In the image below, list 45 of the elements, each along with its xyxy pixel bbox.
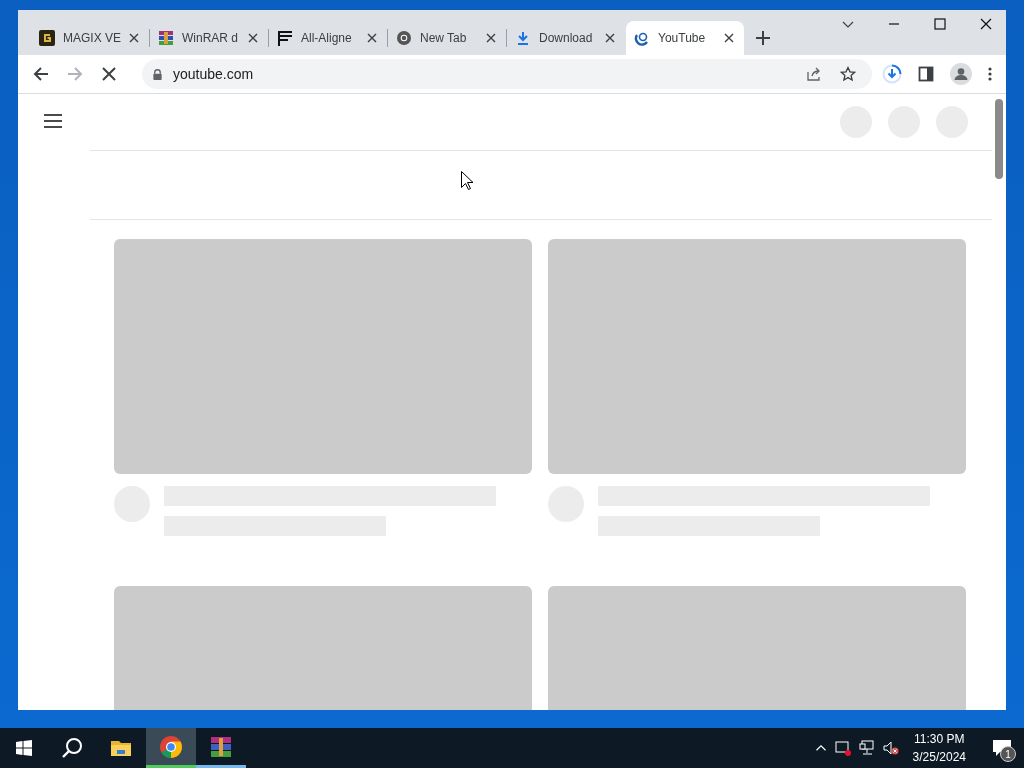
chrome-icon — [159, 734, 183, 759]
browser-tab[interactable]: All-Aligne — [269, 21, 387, 55]
close-icon[interactable] — [724, 33, 734, 43]
browser-tab[interactable]: Download — [507, 21, 625, 55]
new-tab-icon[interactable] — [756, 31, 770, 45]
scrollbar-thumb[interactable] — [995, 99, 1003, 179]
menu-icon[interactable] — [988, 66, 992, 82]
close-icon[interactable] — [605, 33, 615, 43]
mouse-pointer-icon — [461, 171, 473, 190]
lines-icon — [277, 30, 293, 46]
browser-tab[interactable]: MAGIX VE — [31, 21, 149, 55]
loading-spinner-icon — [634, 30, 650, 46]
close-icon[interactable] — [980, 18, 992, 30]
download-icon — [515, 30, 531, 46]
clock[interactable]: 11:30 PM 3/25/2024 — [906, 730, 972, 766]
taskbar-app-button[interactable] — [146, 728, 196, 768]
close-icon[interactable] — [367, 33, 377, 43]
network-icon[interactable] — [858, 740, 875, 756]
search-icon — [61, 737, 83, 759]
side-panel-icon[interactable] — [918, 66, 934, 82]
maximize-icon[interactable] — [934, 18, 946, 30]
sync-screen-icon[interactable] — [834, 740, 851, 756]
share-icon[interactable] — [806, 66, 822, 82]
download-progress-icon[interactable] — [882, 64, 902, 84]
books-icon — [158, 30, 174, 46]
letter-logo-icon — [39, 30, 55, 46]
notification-count: 1 — [1000, 746, 1016, 762]
close-icon[interactable] — [248, 33, 258, 43]
stop-icon[interactable] — [101, 66, 117, 82]
close-icon[interactable] — [486, 33, 496, 43]
chrome-icon — [396, 30, 412, 46]
speaker-muted-icon[interactable] — [882, 740, 899, 756]
browser-tab[interactable]: New Tab — [388, 21, 506, 55]
browser-tab[interactable]: WinRAR d — [150, 21, 268, 55]
books-icon — [209, 734, 233, 759]
address-bar[interactable]: youtube.com — [142, 59, 872, 89]
browser-tab[interactable]: YouTube — [626, 21, 744, 55]
notifications-button[interactable]: 1 — [980, 728, 1024, 768]
star-icon[interactable] — [840, 66, 856, 82]
back-arrow-icon[interactable] — [33, 66, 49, 82]
menu-icon[interactable] — [44, 114, 62, 128]
lock-icon — [152, 67, 163, 81]
close-icon[interactable] — [129, 33, 139, 43]
profile-icon[interactable] — [950, 63, 972, 85]
windows-logo-icon — [16, 740, 32, 756]
